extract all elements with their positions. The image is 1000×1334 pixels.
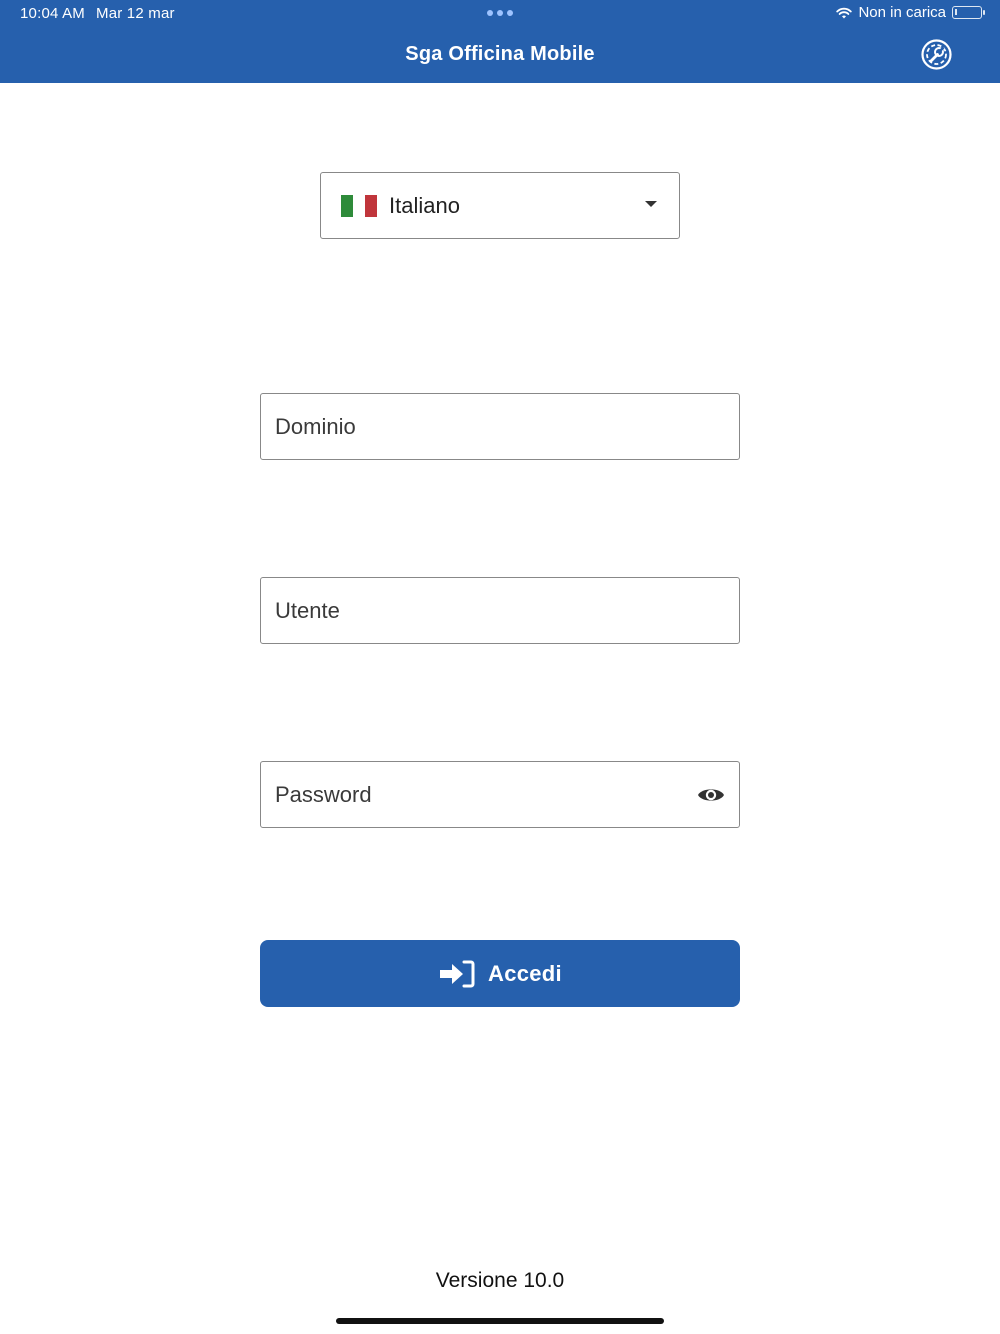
login-button[interactable]: Accedi <box>260 940 740 1007</box>
user-input[interactable] <box>261 578 739 643</box>
user-field-container <box>260 577 740 644</box>
sign-in-icon <box>440 960 475 987</box>
battery-icon <box>952 6 985 19</box>
language-select[interactable]: Italiano <box>320 172 680 239</box>
language-label: Italiano <box>389 192 460 218</box>
home-indicator[interactable] <box>336 1318 664 1324</box>
status-time: 10:04 AM <box>20 5 85 22</box>
italy-flag-icon <box>341 194 377 217</box>
version-label: Versione 10.0 <box>435 1269 565 1292</box>
multitasking-dots[interactable] <box>487 10 513 16</box>
domain-field-container <box>260 393 740 460</box>
status-right: Non in carica <box>836 4 985 21</box>
password-input[interactable] <box>261 762 739 827</box>
charging-status: Non in carica <box>858 4 946 21</box>
wifi-icon <box>836 7 853 18</box>
settings-wrench-icon[interactable] <box>920 38 953 71</box>
top-bar: 10:04 AM Mar 12 mar Non in carica Sga Of… <box>0 0 1000 83</box>
password-field-container <box>260 761 740 828</box>
app-title: Sga Officina Mobile <box>405 43 595 65</box>
chevron-down-icon <box>645 201 657 207</box>
domain-input[interactable] <box>261 394 739 459</box>
status-date: Mar 12 mar <box>96 5 175 22</box>
eye-icon[interactable] <box>697 783 725 807</box>
login-label: Accedi <box>488 960 562 986</box>
